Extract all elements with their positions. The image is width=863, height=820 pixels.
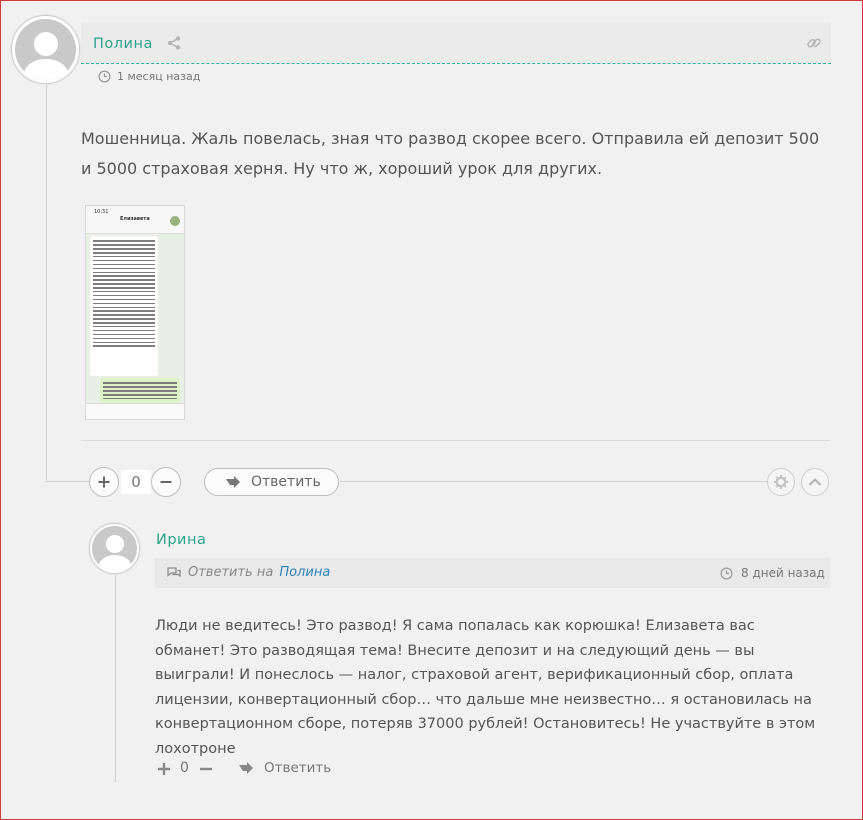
actions-line [340,481,768,482]
screenshot-reply-message [100,378,180,404]
collapse-button[interactable] [801,468,829,496]
comments-icon [167,566,181,577]
default-avatar-icon [15,19,76,80]
clock-icon [720,567,733,579]
divider [81,440,830,441]
comment-time-text: 8 дней назад [741,566,825,580]
plus-icon [98,476,110,488]
link-icon[interactable] [806,35,822,51]
reply-to: Ответить на Полина [166,565,330,580]
thread-line [115,574,116,782]
settings-button[interactable] [767,468,795,496]
vote-up-button[interactable] [89,467,119,497]
screenshot-avatar [170,216,180,226]
vote-down-button[interactable] [151,467,181,497]
plus-icon[interactable] [157,762,171,776]
reply-button-label: Ответить [264,760,332,776]
reply-button[interactable]: Ответить [204,468,339,496]
gear-icon [774,475,788,489]
attachment-screenshot[interactable]: 10:31 Елизавета [85,205,185,420]
screenshot-input [86,403,184,419]
reply-arrow-icon [239,762,253,774]
reply-to-author-link[interactable]: Полина [279,565,330,580]
reply-to-prefix: Ответить на [188,565,274,580]
reply-arrow-icon [226,476,240,488]
comment-text: Люди не ведитесь! Это развод! Я сама поп… [155,618,816,757]
comment-text: Мошенница. Жаль повелась, зная что разво… [81,129,820,178]
comment-header [81,22,831,64]
chevron-up-icon [808,478,822,486]
share-icon[interactable] [166,35,182,51]
reply-button[interactable]: Ответить [238,760,331,776]
comment-time: 8 дней назад [720,566,825,580]
minus-icon[interactable] [199,762,213,776]
comment-author[interactable]: Полина [93,36,153,52]
screenshot-message [90,236,158,376]
default-avatar-icon [92,526,137,571]
comment-time: 1 месяц назад [98,70,200,83]
comment-time-text: 1 месяц назад [117,70,201,83]
screenshot-time: 10:31 [94,209,109,215]
avatar[interactable] [89,523,140,574]
screenshot-contact: Елизавета [120,216,150,222]
avatar[interactable] [11,15,80,84]
clock-icon [98,70,111,83]
vote-count: 0 [121,470,151,494]
comment-author[interactable]: Ирина [156,532,206,548]
thread-line [46,84,47,482]
vote-count: 0 [180,760,189,776]
minus-icon [160,481,172,483]
screenshot-topbar: 10:31 Елизавета [86,206,184,234]
reply-button-label: Ответить [251,474,321,490]
